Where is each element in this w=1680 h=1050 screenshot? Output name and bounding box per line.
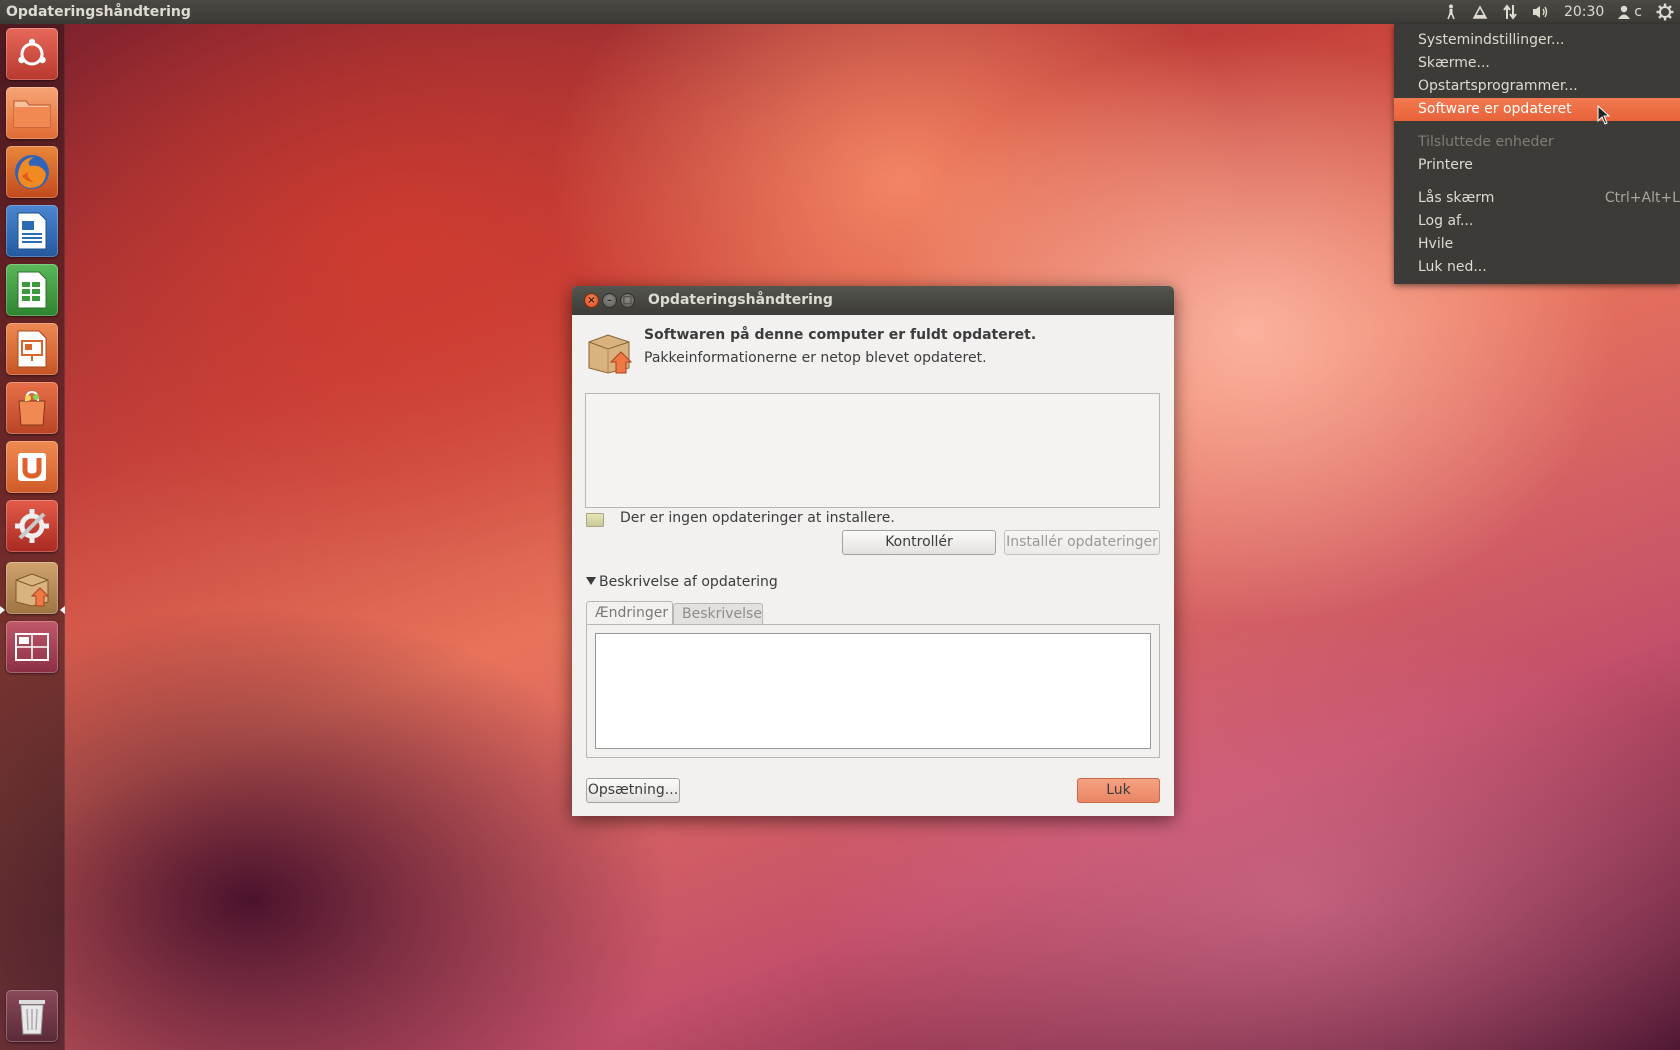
menu-item-log-out[interactable]: Log af... [1394,210,1680,233]
calc-launcher[interactable] [6,264,58,316]
indicator-area: 20:30 c [1444,0,1674,24]
settings-button[interactable]: Opsætning... [586,778,680,803]
focused-indicator [60,606,65,614]
changes-notebook [586,624,1160,758]
workspace-switcher-icon [15,633,49,661]
mouse-cursor-icon [1597,105,1611,125]
firefox-launcher[interactable] [6,146,58,198]
user-menu[interactable]: c [1618,4,1642,20]
updates-list[interactable] [585,393,1160,508]
status-headline: Softwaren på denne computer er fuldt opd… [644,327,1037,343]
keyboard-icon[interactable] [1472,4,1488,20]
writer-icon [17,212,47,250]
system-settings-launcher[interactable] [6,500,58,552]
menu-item-lock-screen[interactable]: Lås skærm Ctrl+Alt+L [1394,187,1680,210]
menu-item-displays[interactable]: Skærme... [1394,52,1680,75]
user-icon [1618,5,1631,19]
close-button[interactable]: Luk [1077,778,1160,803]
active-app-title: Opdateringshåndtering [6,4,191,20]
dialog-titlebar[interactable]: × – □ Opdateringshåndtering [572,286,1174,315]
top-panel: Opdateringshåndtering 20:30 c [0,0,1680,24]
calc-icon [17,271,47,309]
ubuntu-one-launcher[interactable] [6,441,58,493]
clock[interactable]: 20:30 [1564,4,1604,20]
tab-changes[interactable]: Ændringer [586,601,673,626]
firefox-icon [15,155,49,189]
info-icon [586,513,604,527]
impress-launcher[interactable] [6,323,58,375]
files-launcher[interactable] [6,87,58,139]
minimize-icon: – [607,295,612,306]
description-expander[interactable]: Beskrivelse af opdatering [586,574,778,590]
menu-item-attached-devices: Tilsluttede enheder [1418,134,1554,150]
lock-screen-shortcut: Ctrl+Alt+L [1604,190,1680,206]
menu-item-system-settings[interactable]: Systemindstillinger... [1394,29,1680,52]
ubuntu-one-icon [18,453,46,481]
dash-home-button[interactable] [6,28,58,80]
package-update-icon [15,573,50,607]
window-maximize-button[interactable]: □ [620,293,635,308]
gear-icon[interactable] [1656,3,1674,21]
trash-icon [19,1000,45,1035]
window-close-button[interactable]: × [584,293,599,308]
workspace-switcher-launcher[interactable] [6,621,58,673]
close-icon: × [587,295,596,306]
network-icon[interactable] [1502,4,1518,20]
update-manager-dialog: × – □ Opdateringshåndtering Softwaren på… [572,286,1174,816]
accessibility-icon[interactable] [1444,4,1458,20]
menu-item-suspend[interactable]: Hvile [1394,233,1680,256]
session-menu: Systemindstillinger... Skærme... Opstart… [1394,24,1680,284]
update-manager-launcher[interactable] [6,562,58,614]
menu-item-software-up-to-date[interactable]: Software er opdateret [1394,98,1680,121]
status-subline: Pakkeinformationerne er netop blevet opd… [644,350,987,366]
launcher [0,24,65,1050]
software-center-launcher[interactable] [6,382,58,434]
folder-icon [13,100,51,128]
volume-icon[interactable] [1532,4,1550,20]
expander-triangle-icon [586,577,596,585]
menu-item-startup-apps[interactable]: Opstartsprogrammer... [1394,75,1680,98]
dialog-title: Opdateringshåndtering [648,292,833,308]
expander-label: Beskrivelse af opdatering [599,574,778,590]
settings-wrench-icon [15,509,49,543]
no-updates-label: Der er ingen opdateringer at installere. [620,510,895,526]
tab-description[interactable]: Beskrivelse [673,603,763,625]
writer-launcher[interactable] [6,205,58,257]
shopping-bag-icon [18,390,46,426]
menu-item-printers[interactable]: Printere [1394,154,1680,177]
window-minimize-button[interactable]: – [602,293,617,308]
check-button[interactable]: Kontrollér [842,530,996,555]
changes-textview[interactable] [595,633,1151,749]
running-indicator [0,606,5,614]
install-updates-button[interactable]: Installér opdateringer [1004,530,1160,555]
impress-icon [17,330,47,368]
ubuntu-logo-icon [18,38,46,66]
trash-launcher[interactable] [6,990,58,1042]
package-update-icon [588,334,633,374]
menu-item-shut-down[interactable]: Luk ned... [1394,256,1680,279]
user-name: c [1634,4,1642,20]
maximize-icon: □ [622,295,633,306]
